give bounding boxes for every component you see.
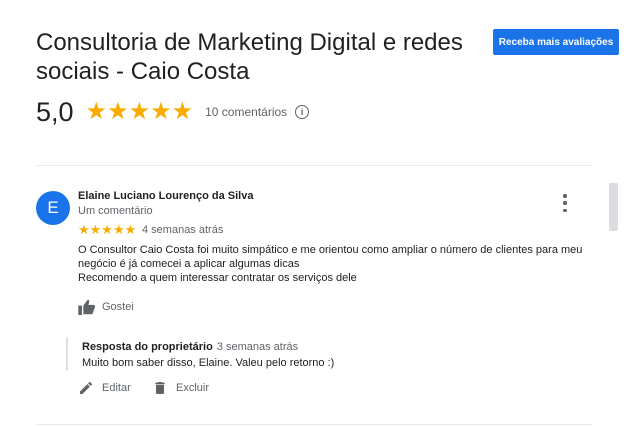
review-text-line: O Consultor Caio Costa foi muito simpáti… <box>78 244 583 270</box>
owner-reply-text: Muito bom saber disso, Elaine. Valeu pel… <box>82 357 335 369</box>
avatar[interactable]: E <box>36 191 70 225</box>
thumb-up-icon <box>78 299 96 315</box>
review-author[interactable]: Elaine Luciano Lourenço da Silva <box>78 190 253 202</box>
delete-button[interactable]: Excluir <box>152 380 209 396</box>
review-time: 4 semanas atrás <box>142 224 224 236</box>
owner-reply-header: Resposta do proprietário 3 semanas atrás <box>82 341 298 353</box>
like-label: Gostei <box>102 301 134 313</box>
like-button[interactable]: Gostei <box>78 299 134 315</box>
edit-label: Editar <box>102 382 131 394</box>
review-text-line: Recomendo a quem interessar contratar os… <box>78 272 357 284</box>
trash-icon <box>155 382 165 394</box>
more-vert-icon[interactable] <box>559 194 571 212</box>
divider <box>36 165 592 166</box>
edit-button[interactable]: Editar <box>78 380 131 396</box>
business-title: Consultoria de Marketing Digital e redes… <box>36 29 463 85</box>
owner-reply-time: 3 semanas atrás <box>216 341 299 353</box>
get-more-reviews-button[interactable]: Receba mais avaliações <box>493 29 619 55</box>
rating-stars: ★★★★★ <box>85 98 194 125</box>
review-text: O Consultor Caio Costa foi muito simpáti… <box>78 243 598 285</box>
info-icon[interactable]: i <box>295 105 310 119</box>
divider <box>36 424 592 425</box>
review-count[interactable]: 10 comentários <box>205 105 287 119</box>
delete-label: Excluir <box>176 382 210 394</box>
author-review-count: Um comentário <box>78 205 153 217</box>
owner-reply-label: Resposta do proprietário <box>82 341 213 353</box>
average-rating: 5,0 <box>36 96 74 127</box>
rating-summary: 5,0 ★★★★★ 10 comentários i <box>36 96 310 128</box>
scrollbar-thumb[interactable] <box>609 183 618 231</box>
reply-indicator <box>66 337 68 371</box>
pencil-icon <box>80 381 93 394</box>
review-stars: ★★★★★ <box>78 222 137 237</box>
